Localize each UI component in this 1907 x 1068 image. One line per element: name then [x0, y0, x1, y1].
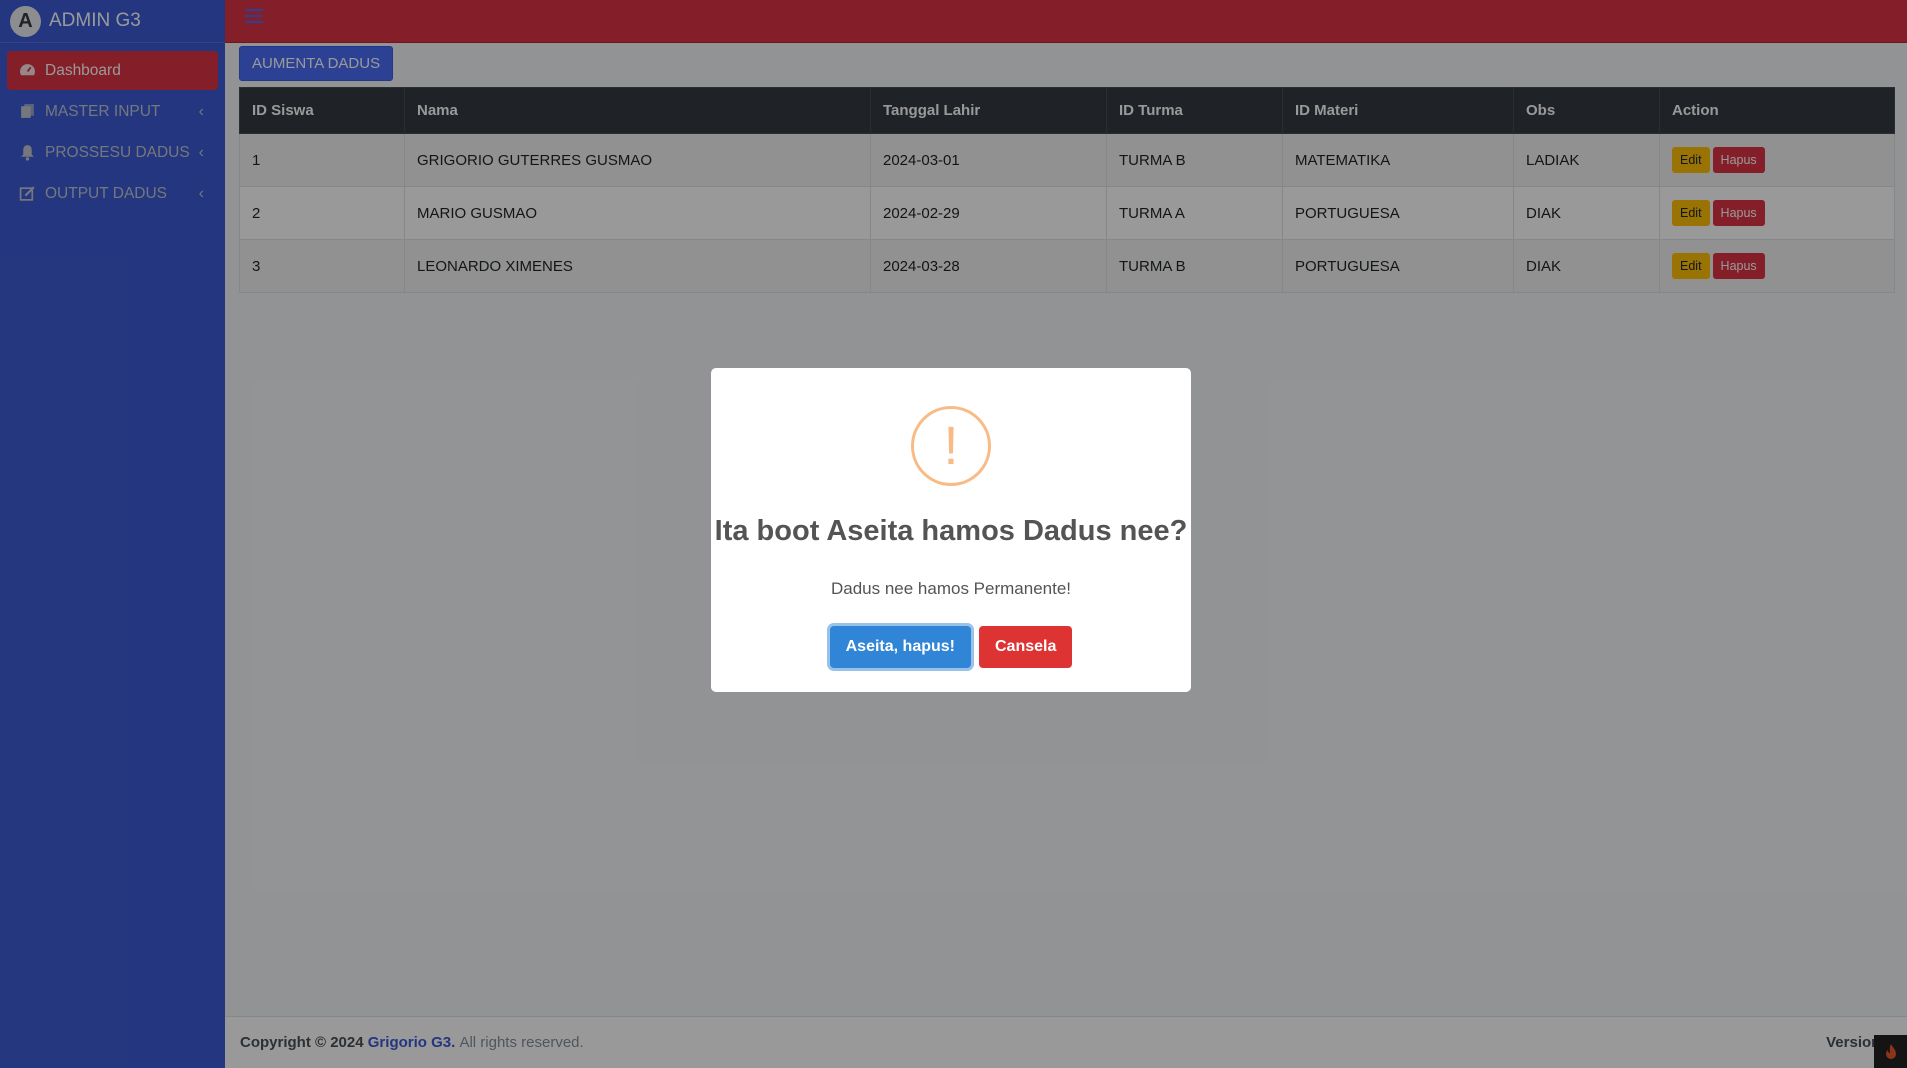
warning-icon: !: [911, 406, 991, 486]
confirm-delete-dialog: ! Ita boot Aseita hamos Dadus nee? Dadus…: [711, 368, 1191, 692]
dialog-actions: Aseita, hapus! Cansela: [711, 626, 1191, 668]
confirm-delete-button[interactable]: Aseita, hapus!: [829, 626, 971, 668]
dialog-text: Dadus nee hamos Permanente!: [830, 579, 1072, 598]
cancel-button[interactable]: Cansela: [978, 626, 1073, 668]
dialog-title: Ita boot Aseita hamos Dadus nee?: [714, 515, 1188, 547]
